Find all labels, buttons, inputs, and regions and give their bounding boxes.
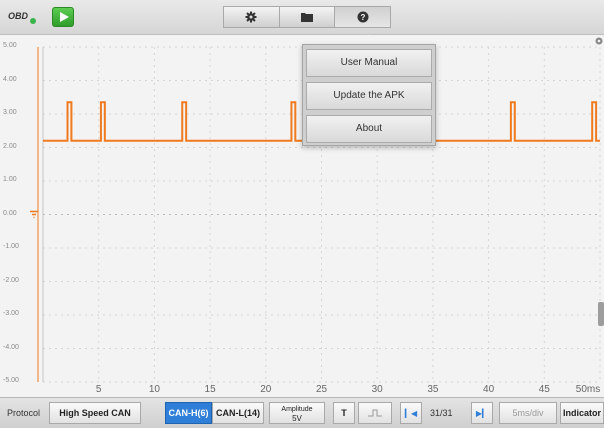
svg-text:?: ? (360, 13, 365, 22)
toolbar-button-group: ? (223, 6, 392, 28)
skip-back-icon: ▎◀ (404, 409, 418, 418)
last-frame-button[interactable]: ▶▎ (471, 402, 493, 424)
gear-icon (245, 11, 257, 23)
y-tick-label: 0.00 (3, 209, 17, 217)
x-tick-label: 40 (483, 384, 495, 395)
y-tick-label: -2.00 (3, 276, 19, 284)
protocol-select[interactable]: High Speed CAN (49, 402, 141, 424)
rising-edge-icon (368, 409, 382, 417)
obd-label: OBD (8, 11, 28, 21)
folder-icon (301, 13, 313, 22)
amplitude-value: 5V (292, 414, 302, 423)
x-tick-label: 10 (148, 384, 160, 395)
help-icon: ? (357, 11, 369, 23)
y-tick-label: -5.00 (3, 377, 19, 384)
y-tick-label: -1.00 (3, 243, 19, 250)
settings-button[interactable] (223, 6, 280, 28)
folder-button[interactable] (279, 6, 336, 28)
trigger-edge-button[interactable] (358, 402, 392, 424)
y-tick-label: 1.00 (3, 176, 17, 183)
x-tick-label: 5 (95, 384, 102, 395)
plot-settings-icon[interactable] (594, 36, 604, 46)
scroll-handle[interactable] (598, 302, 604, 326)
menu-item-user-manual[interactable]: User Manual (306, 49, 432, 77)
help-button[interactable]: ? (335, 6, 392, 28)
x-tick-label: 20 (260, 384, 272, 395)
skip-forward-icon: ▶▎ (475, 409, 489, 418)
menu-item-about[interactable]: About (306, 115, 432, 143)
y-tick-label: 2.00 (3, 142, 17, 150)
obd-status-icon (30, 18, 36, 24)
y-tick-label: 3.00 (3, 109, 17, 116)
indicator-button[interactable]: Indicator (560, 402, 604, 424)
y-tick-label: 5.00 (3, 42, 17, 49)
x-tick-label: 15 (204, 384, 216, 395)
channel-can-h-button[interactable]: CAN-H(6) (165, 402, 212, 424)
x-tick-label: 30 (371, 384, 383, 395)
amplitude-label: Amplitude (281, 406, 313, 413)
bottom-toolbar: Protocol High Speed CAN CAN-H(6) CAN-L(1… (0, 397, 604, 428)
ground-marker-icon[interactable] (30, 210, 38, 219)
x-tick-label: 45 (538, 384, 550, 395)
x-tick-label: 50ms (575, 384, 601, 395)
y-tick-label: -3.00 (3, 310, 19, 317)
y-tick-label: 4.00 (3, 75, 17, 83)
trigger-button[interactable]: T (333, 402, 355, 424)
amplitude-button[interactable]: Amplitude 5V (269, 402, 325, 424)
first-frame-button[interactable]: ▎◀ (400, 402, 422, 424)
protocol-label: Protocol (7, 408, 41, 418)
play-button[interactable] (52, 7, 74, 27)
page-counter: 31/31 (430, 408, 453, 418)
menu-item-update-apk[interactable]: Update the APK (306, 82, 432, 110)
top-toolbar: OBD ? (0, 0, 604, 35)
help-dropdown-menu: User Manual Update the APK About (302, 44, 436, 146)
channel-can-l-button[interactable]: CAN-L(14) (212, 402, 264, 424)
timebase-button[interactable]: 5ms/div (499, 402, 557, 424)
x-tick-label: 35 (427, 384, 439, 395)
y-tick-label: -4.00 (3, 343, 19, 351)
x-tick-label: 25 (315, 384, 328, 395)
